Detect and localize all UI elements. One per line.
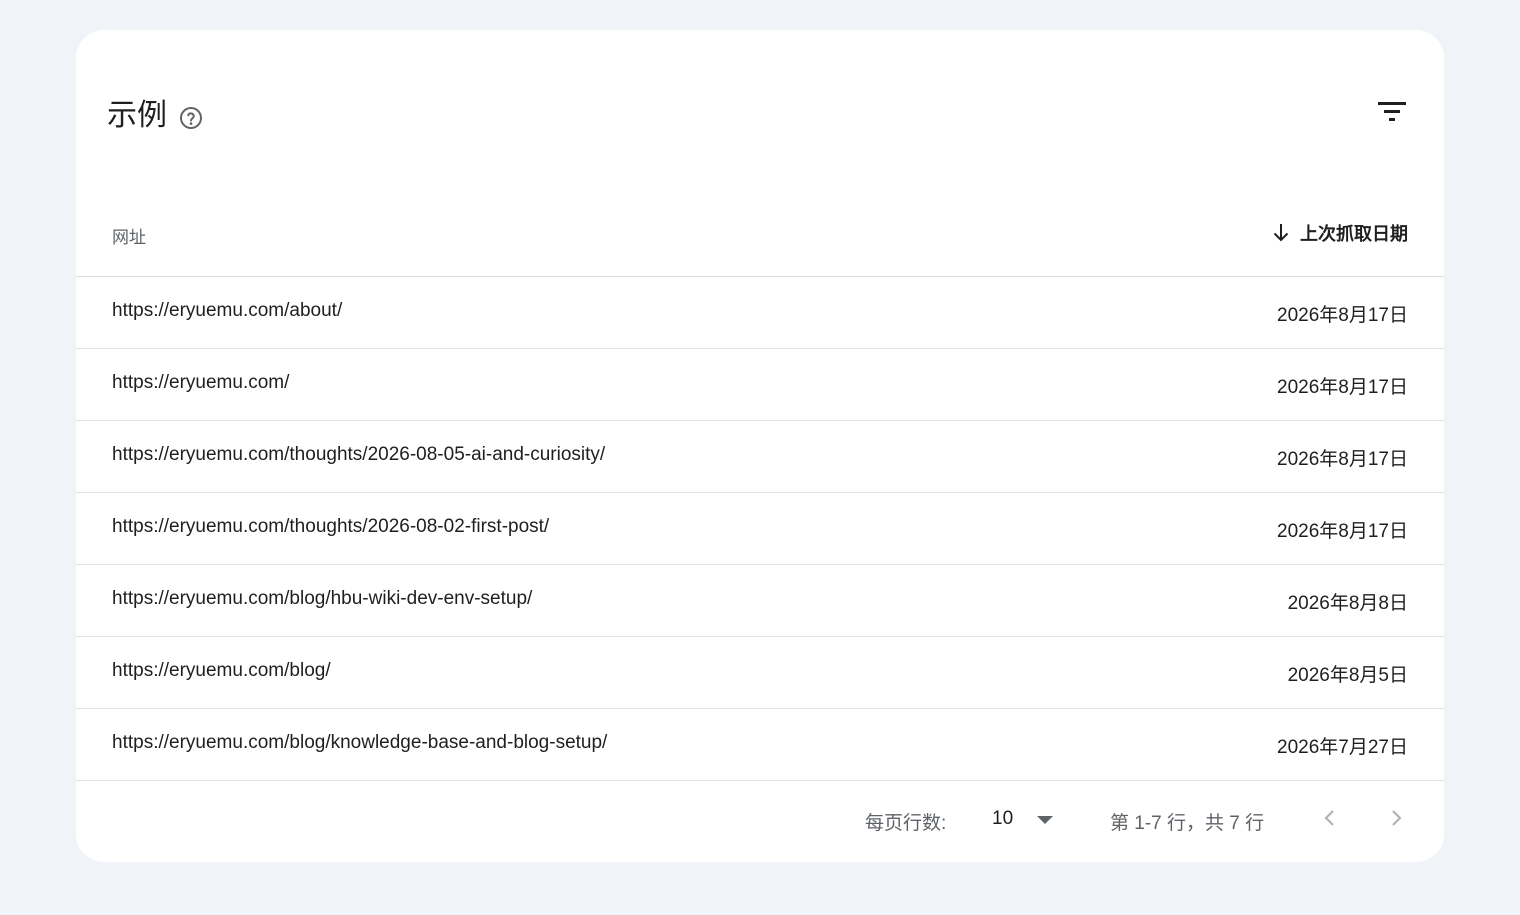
column-header-url: 网址 xyxy=(112,228,146,247)
row-date: 2026年8月17日 xyxy=(1277,449,1408,470)
table-row[interactable]: https://eryuemu.com/blog/ 2026年8月5日 xyxy=(76,637,1444,709)
row-url: https://eryuemu.com/thoughts/2026-08-02-… xyxy=(112,516,550,537)
rows-per-page-select[interactable]: 10 xyxy=(992,804,1056,836)
row-url: https://eryuemu.com/thoughts/2026-08-05-… xyxy=(112,444,606,465)
row-date: 2026年8月17日 xyxy=(1277,305,1408,326)
column-header-last-crawl-date[interactable]: 上次抓取日期 xyxy=(1272,220,1408,246)
row-date: 2026年8月8日 xyxy=(1287,593,1408,614)
table-row[interactable]: https://eryuemu.com/about/ 2026年8月17日 xyxy=(76,277,1444,349)
row-url: https://eryuemu.com/ xyxy=(112,372,290,393)
filter-icon[interactable] xyxy=(1376,98,1408,126)
table-body: https://eryuemu.com/about/ 2026年8月17日 ht… xyxy=(76,277,1444,781)
rows-per-page-label: 每页行数: xyxy=(865,813,947,834)
examples-card: 示例 网址 上次抓取日期 https://eryuemu.com/about/ … xyxy=(76,30,1444,862)
next-page-button[interactable] xyxy=(1380,802,1412,834)
row-date: 2026年7月27日 xyxy=(1277,737,1408,758)
row-date: 2026年8月5日 xyxy=(1287,665,1408,686)
table-header: 网址 上次抓取日期 xyxy=(76,210,1444,277)
row-date: 2026年8月17日 xyxy=(1277,521,1408,542)
row-url: https://eryuemu.com/blog/ xyxy=(112,660,331,681)
table-row[interactable]: https://eryuemu.com/ 2026年8月17日 xyxy=(76,349,1444,421)
previous-page-button[interactable] xyxy=(1314,802,1346,834)
pagination-footer: 每页行数: 10 第 1-7 行，共 7 行 xyxy=(76,778,1444,862)
pagination-range-label: 第 1-7 行，共 7 行 xyxy=(1110,813,1265,834)
row-url: https://eryuemu.com/blog/hbu-wiki-dev-en… xyxy=(112,588,533,609)
rows-per-page-value: 10 xyxy=(992,808,1014,829)
row-url: https://eryuemu.com/about/ xyxy=(112,300,343,321)
column-header-date-label: 上次抓取日期 xyxy=(1300,224,1408,244)
table-row[interactable]: https://eryuemu.com/thoughts/2026-08-05-… xyxy=(76,421,1444,493)
chevron-right-icon xyxy=(1392,810,1402,826)
help-circle-icon[interactable] xyxy=(179,106,203,130)
table-row[interactable]: https://eryuemu.com/blog/knowledge-base-… xyxy=(76,709,1444,781)
row-url: https://eryuemu.com/blog/knowledge-base-… xyxy=(112,732,608,753)
dropdown-arrow-icon xyxy=(1037,816,1053,824)
table-row[interactable]: https://eryuemu.com/thoughts/2026-08-02-… xyxy=(76,493,1444,565)
chevron-left-icon xyxy=(1324,810,1334,826)
table-row[interactable]: https://eryuemu.com/blog/hbu-wiki-dev-en… xyxy=(76,565,1444,637)
row-date: 2026年8月17日 xyxy=(1277,377,1408,398)
arrow-down-icon xyxy=(1273,224,1289,242)
card-header: 示例 xyxy=(76,30,1444,210)
card-title: 示例 xyxy=(107,99,167,132)
